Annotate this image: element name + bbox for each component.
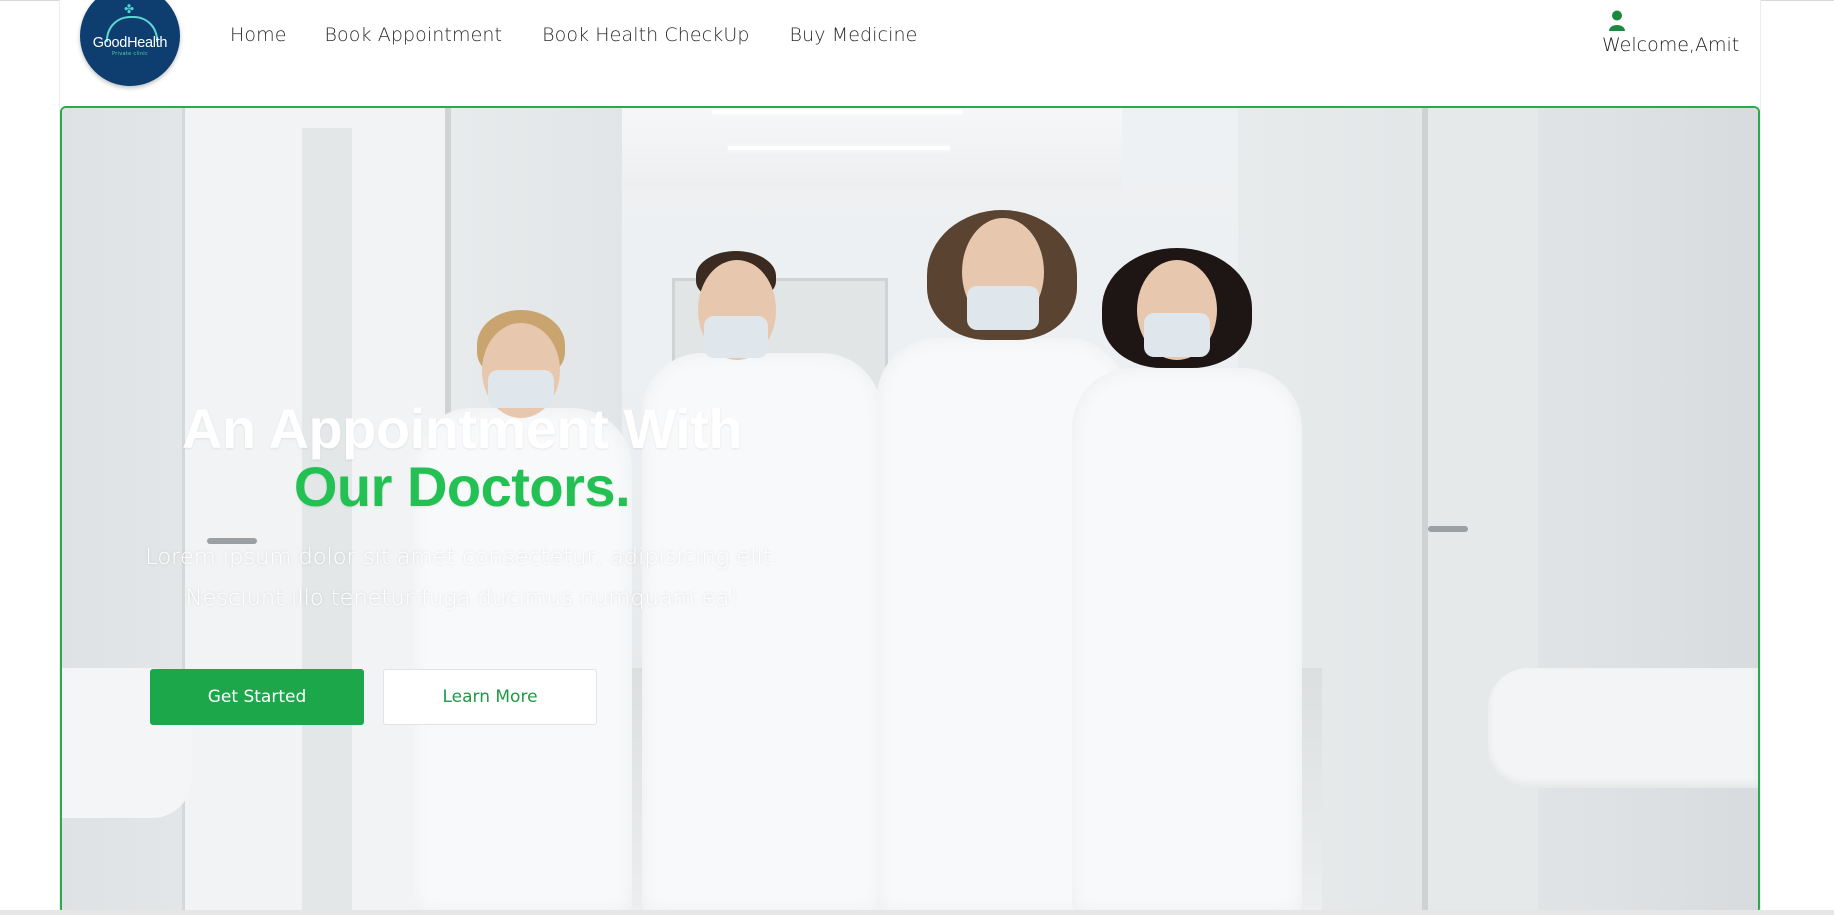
nav-book-appointment[interactable]: Book Appointment (325, 24, 503, 46)
nav-buy-medicine[interactable]: Buy Medicine (790, 24, 918, 46)
hero-subtitle: Lorem ipsum dolor sit amet consectetur, … (145, 544, 779, 611)
learn-more-button[interactable]: Learn More (383, 669, 597, 725)
clover-icon: ✤ (124, 2, 135, 16)
hero-banner: An Appointment With Our Doctors. Lorem i… (60, 106, 1760, 914)
logo-tagline: Private clinic (111, 51, 149, 57)
welcome-text: Welcome,Amit (1602, 34, 1740, 56)
hero-text: An Appointment With Our Doctors. Lorem i… (142, 400, 782, 619)
hero-title-line2: Our Doctors. (293, 455, 631, 518)
main-nav: Home Book Appointment Book Health CheckU… (230, 24, 957, 46)
logo-text: GoodHealth (92, 35, 168, 51)
nav-book-health-checkup[interactable]: Book Health CheckUp (542, 24, 749, 46)
nav-home[interactable]: Home (230, 24, 287, 46)
get-started-button[interactable]: Get Started (150, 669, 364, 725)
hero-title: An Appointment With Our Doctors. (142, 400, 782, 516)
hero-title-line1: An Appointment With (181, 397, 743, 460)
user-icon (1609, 10, 1625, 31)
bottom-divider (0, 910, 1834, 915)
